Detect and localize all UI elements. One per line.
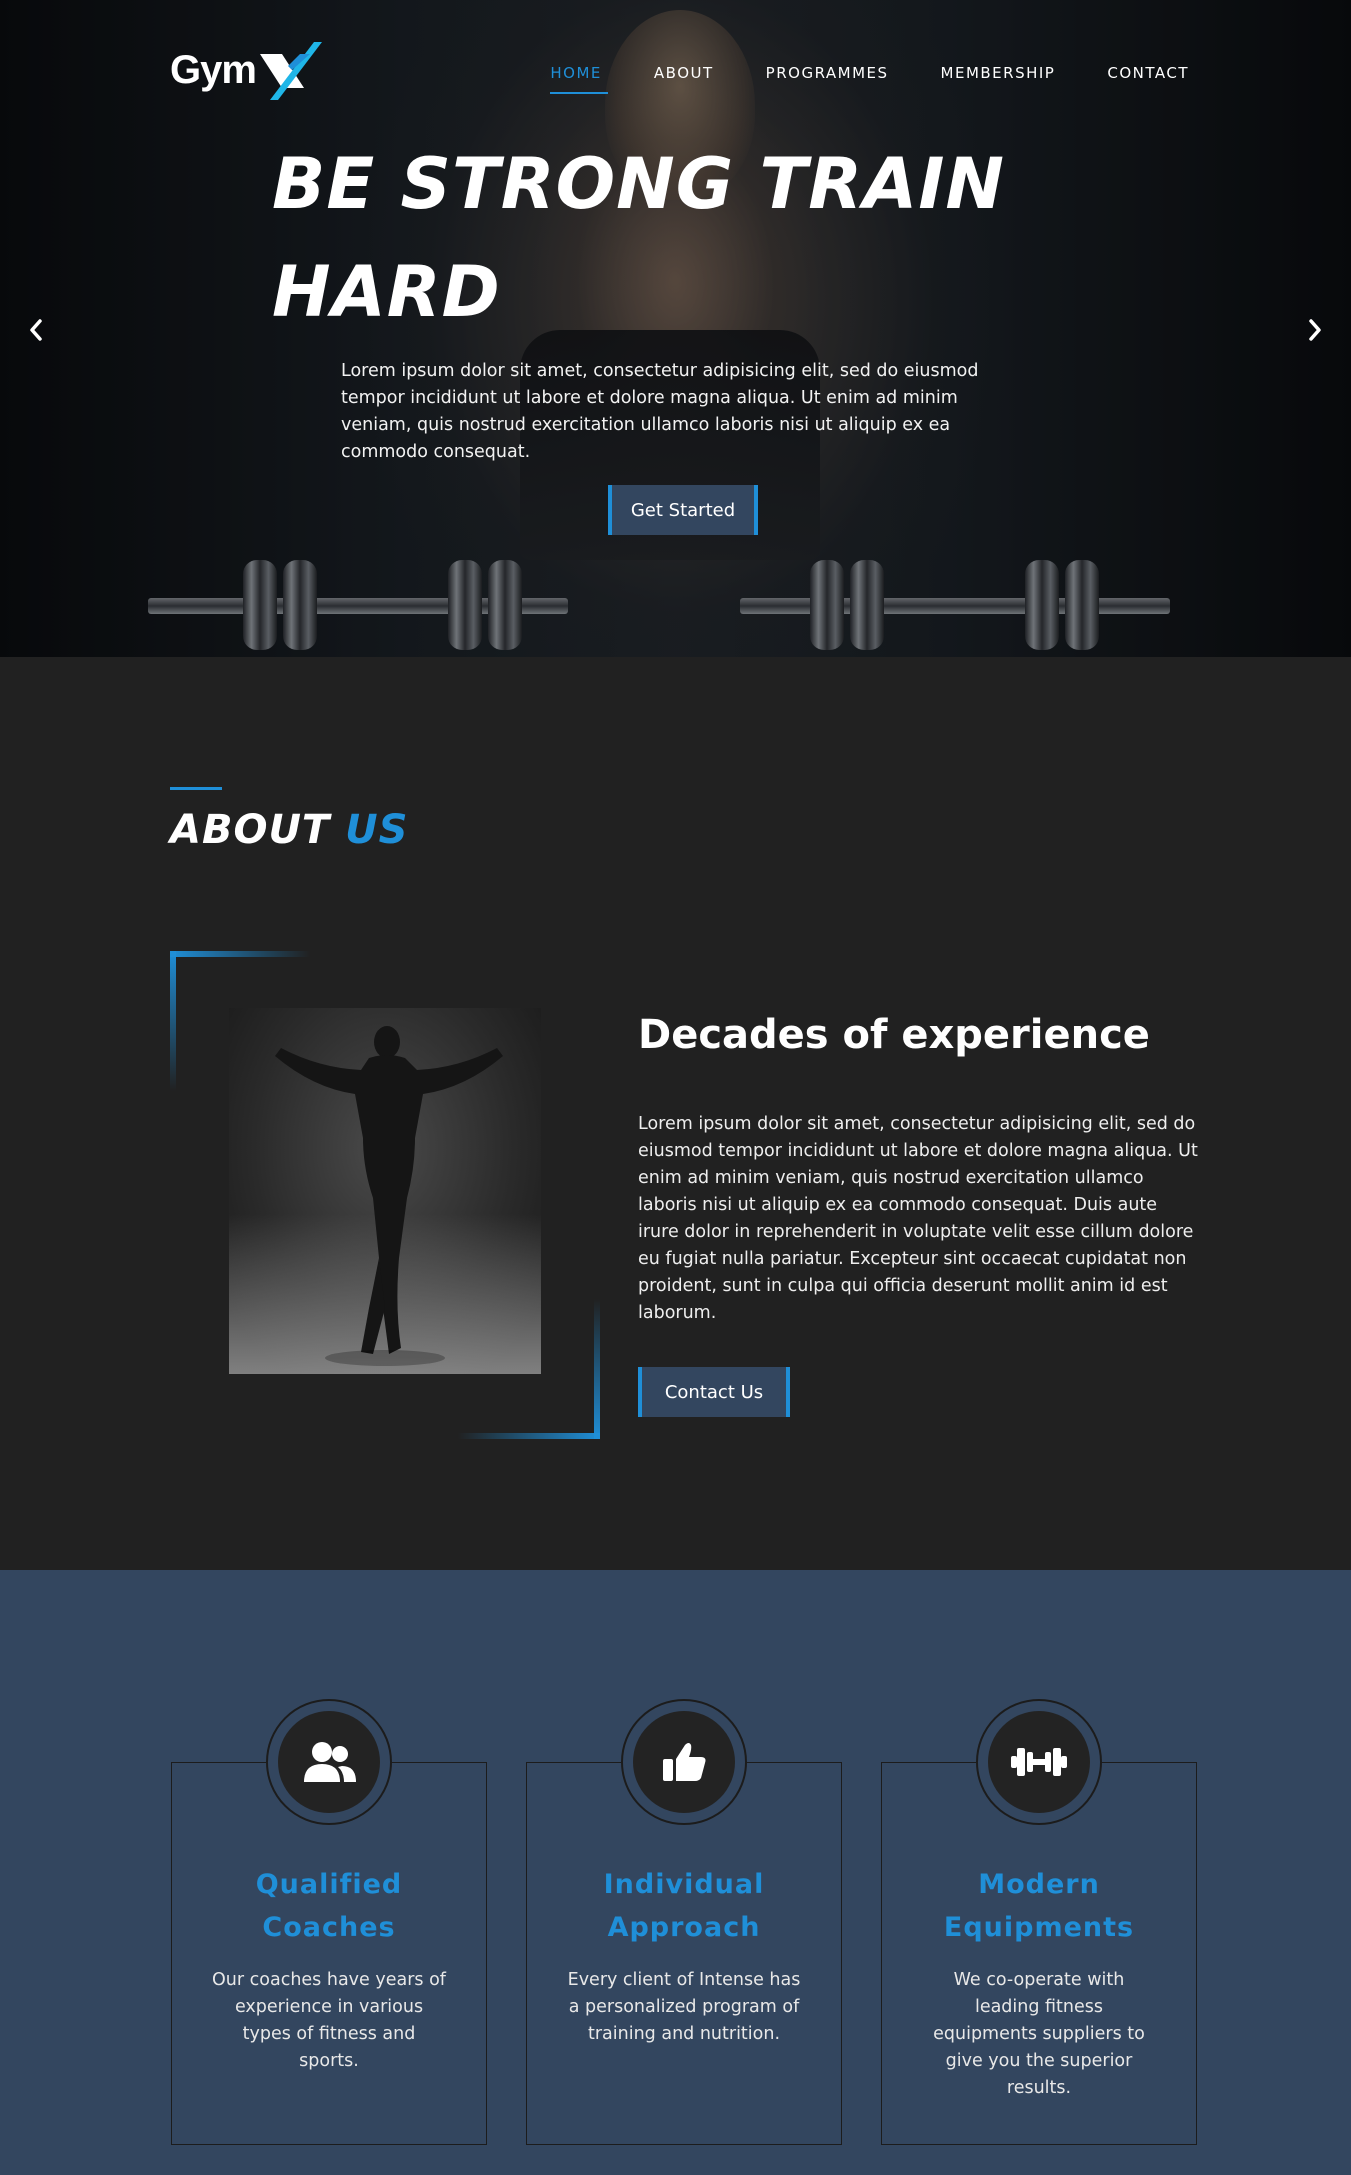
feature-title: Modern Equipments [943, 1869, 1135, 1943]
about-heading: ABOUT US [170, 807, 408, 853]
hero-title-line-1: BE STRONG TRAIN [272, 143, 1005, 225]
about-heading-accent-line [170, 787, 222, 790]
carousel-next-button[interactable] [1295, 310, 1335, 350]
feature-card-modern-equipments: Modern Equipments We co-operate with lea… [881, 1699, 1197, 2145]
hero-section: Gym HOME ABOUT PROGRAMMES MEMBERSHIP CON… [0, 0, 1351, 657]
nav-contact[interactable]: CONTACT [1107, 64, 1189, 94]
feature-text: We co-operate with leading fitness equip… [933, 1970, 1145, 2098]
about-description: Lorem ipsum dolor sit amet, consectetur … [638, 1114, 1198, 1323]
about-heading-main: ABOUT [170, 807, 331, 853]
feature-title: Individual Approach [603, 1869, 765, 1943]
feature-text: Every client of Intense has a personaliz… [567, 1970, 801, 2044]
logo-x-mark [252, 40, 322, 100]
get-started-button[interactable]: Get Started [608, 485, 758, 535]
dumbbell-icon [988, 1711, 1090, 1813]
image-frame-corner-right [594, 1299, 600, 1439]
contact-us-button[interactable]: Contact Us [638, 1367, 790, 1417]
chevron-left-icon [30, 319, 42, 341]
feature-title: Qualified Coaches [255, 1869, 403, 1943]
feature-icon-ring [621, 1699, 747, 1825]
bodybuilder-image [229, 1008, 541, 1374]
image-frame-corner-bottom [458, 1433, 600, 1439]
logo[interactable]: Gym [170, 40, 322, 100]
hero-title-line-2: HARD [272, 251, 501, 333]
thumbs-up-icon [633, 1711, 735, 1813]
about-section: ABOUT US Decades of experience Lorem ips… [0, 657, 1351, 1570]
chevron-right-icon [1309, 319, 1321, 341]
nav-membership[interactable]: MEMBERSHIP [941, 64, 1056, 94]
main-nav: HOME ABOUT PROGRAMMES MEMBERSHIP CONTACT [550, 64, 1189, 94]
logo-text: Gym [170, 47, 257, 92]
feature-text: Our coaches have years of experience in … [212, 1970, 446, 2071]
users-icon [278, 1711, 380, 1813]
hero-description: Lorem ipsum dolor sit amet, consectetur … [341, 361, 979, 462]
image-frame-corner-left [170, 951, 176, 1091]
feature-icon-ring [976, 1699, 1102, 1825]
features-section: Qualified Coaches Our coaches have years… [0, 1570, 1351, 2175]
about-title: Decades of experience [638, 1012, 1150, 1058]
carousel-prev-button[interactable] [16, 310, 56, 350]
feature-icon-ring [266, 1699, 392, 1825]
hero-title: BE STRONG TRAIN HARD [272, 130, 1032, 346]
image-frame-corner-top [170, 951, 310, 957]
about-heading-accent: US [345, 807, 409, 853]
feature-card-qualified-coaches: Qualified Coaches Our coaches have years… [171, 1699, 487, 2145]
nav-about[interactable]: ABOUT [654, 64, 714, 94]
nav-programmes[interactable]: PROGRAMMES [766, 64, 889, 94]
nav-home[interactable]: HOME [550, 64, 608, 94]
feature-card-individual-approach: Individual Approach Every client of Inte… [526, 1699, 842, 2145]
